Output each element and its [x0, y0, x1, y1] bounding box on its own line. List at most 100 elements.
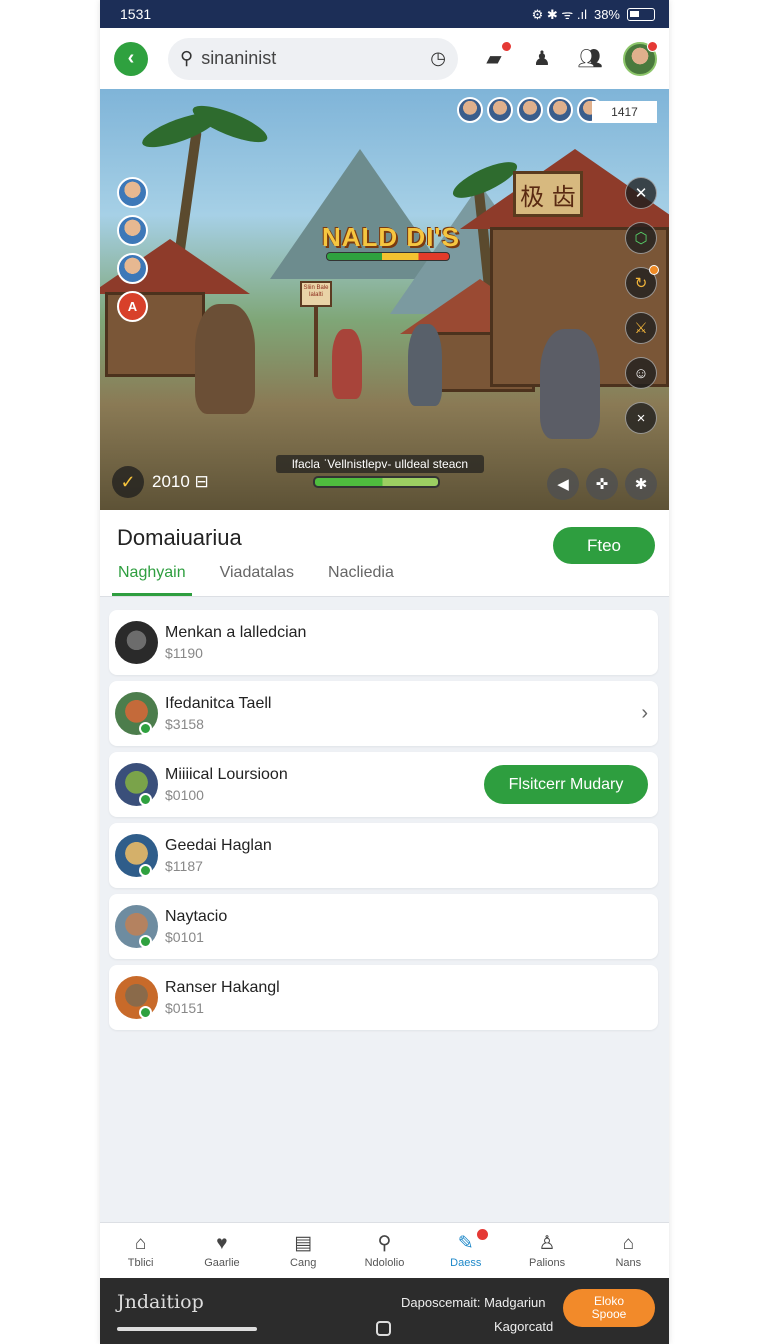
free-button[interactable]: Fteo — [553, 527, 655, 564]
status-icons: ⚙ ✱ ᯤ .ıl 38% — [532, 5, 655, 23]
online-badge — [139, 722, 152, 735]
orange-action-button[interactable]: Eloko Spooe — [563, 1289, 655, 1327]
gesture-handle[interactable] — [117, 1327, 257, 1331]
game-caption: lfacla ˈVellnistlepv- ulldeal steacn — [276, 455, 484, 473]
puzzle-icon[interactable]: ✜ — [586, 468, 618, 500]
nav-item-gaarlie[interactable]: ♥ Gaarlie — [181, 1223, 262, 1278]
item-name: Ifedanitca Taell — [165, 695, 272, 712]
player-avatar[interactable] — [547, 97, 573, 123]
item-name: Naytacio — [165, 908, 228, 925]
back-button[interactable]: ‹ — [114, 41, 148, 76]
nav-item-palions[interactable]: ♙ Palions — [506, 1223, 587, 1278]
player-health-bar — [313, 476, 440, 488]
nav-badge — [476, 1228, 490, 1241]
people-icon[interactable]: ☺ — [625, 357, 657, 389]
brand-text: Jndaitiop — [117, 1291, 204, 1313]
item-price: $1190 — [165, 645, 203, 661]
nav-item-daess[interactable]: ✎ Daess — [425, 1223, 506, 1278]
nav-label: Gaarlie — [204, 1256, 240, 1269]
item-thumbnail — [115, 621, 158, 664]
search-input[interactable] — [201, 48, 423, 69]
sign-post — [314, 305, 318, 377]
tab-naghyain[interactable]: Naghyain — [112, 562, 192, 596]
edit-icon: ✎ — [457, 1232, 474, 1254]
settings-icon[interactable]: ✱ — [625, 468, 657, 500]
prev-icon[interactable]: ◀ — [547, 468, 579, 500]
profile-button[interactable]: ♟ — [527, 44, 557, 74]
playback-controls: ◀ ✜ ✱ — [547, 468, 657, 500]
team-avatars: A — [117, 177, 148, 322]
player-avatar[interactable] — [487, 97, 513, 123]
signboard: Sliin Bale lalalti — [300, 281, 332, 307]
tab-viadatalas[interactable]: Viadatalas — [214, 562, 300, 596]
home-icon: ⌂ — [134, 1232, 147, 1254]
check-icon[interactable]: ✓ — [112, 466, 144, 498]
friends-icon: 👥︎ — [577, 48, 603, 70]
crosshair-icon[interactable]: ✕ — [625, 177, 657, 209]
search-bar[interactable]: ⚲ ◷ — [168, 37, 458, 80]
online-badge — [139, 864, 152, 877]
team-avatar[interactable] — [117, 177, 148, 208]
user-avatar[interactable] — [623, 40, 658, 76]
item-action-button[interactable]: Flsitcerr Mudary — [484, 765, 648, 804]
online-badge — [139, 793, 152, 806]
item-name: Miiiical Loursioon — [165, 766, 288, 783]
battery-icon — [627, 7, 655, 21]
list-item[interactable]: Menkan a lalledcian $1190 — [109, 610, 658, 675]
item-thumbnail — [115, 905, 158, 948]
list-item[interactable]: Geedai Haglan $1187 — [109, 823, 658, 888]
game-hero-image[interactable]: 极 齿 Sliin Bale lalalti NALD DI'S 1417 A … — [100, 89, 669, 510]
friends-button[interactable]: 👥︎ — [575, 44, 605, 74]
close-icon[interactable]: × — [625, 402, 657, 434]
item-thumbnail — [115, 976, 158, 1019]
shield-icon[interactable]: ⬡ — [625, 222, 657, 254]
status-time: 1531 — [120, 6, 152, 22]
info-line-1: Daposcemait: Madgariun — [401, 1295, 546, 1310]
nav-item-nans[interactable]: ⌂ Nans — [588, 1223, 669, 1278]
fighter-character — [195, 304, 255, 414]
notification-badge — [501, 40, 512, 52]
list-item[interactable]: Ifedanitca Taell $3158 › — [109, 681, 658, 746]
notifications-button[interactable]: ▰ — [479, 40, 512, 74]
nav-item-ndololio[interactable]: ⚲ Ndololio — [344, 1223, 425, 1278]
sword-icon[interactable]: ⚔ — [625, 312, 657, 344]
search-icon: ⚲ — [377, 1232, 392, 1254]
player-avatar[interactable] — [517, 97, 543, 123]
note-icon: ▤ — [294, 1232, 313, 1254]
nav-label: Ndololio — [364, 1256, 405, 1269]
refresh-icon[interactable]: ↻ — [625, 265, 659, 299]
list-item[interactable]: Miiiical Loursioon $0100 Flsitcerr Mudary — [109, 752, 658, 817]
item-name: Ranser Hakangl — [165, 979, 280, 996]
team-badge[interactable]: A — [117, 291, 148, 322]
app-bar-actions: ▰ ♟ 👥︎ — [479, 40, 658, 76]
content-header: Domaiuariua Fteo Naghyain Viadatalas Nac… — [100, 510, 669, 597]
nav-label: Tblici — [127, 1256, 154, 1269]
chevron-right-icon[interactable]: › — [641, 702, 648, 725]
fighter-character — [540, 329, 600, 439]
button-line-2: Spooe — [591, 1307, 627, 1321]
item-thumbnail — [115, 763, 158, 806]
bottom-nav: ⌂ Tblici ♥ Gaarlie ▤ Cang ⚲ Ndololio ✎ D… — [100, 1222, 669, 1278]
tab-nacliedia[interactable]: Nacliedia — [322, 562, 400, 596]
nav-item-cang[interactable]: ▤ Cang — [263, 1223, 344, 1278]
nav-item-tblici[interactable]: ⌂ Tblici — [100, 1223, 181, 1278]
player-avatars — [457, 97, 603, 123]
nav-label: Nans — [615, 1256, 642, 1269]
clock-icon[interactable]: ◷ — [430, 48, 446, 69]
team-avatar[interactable] — [117, 253, 148, 284]
online-badge — [139, 935, 152, 948]
list-item[interactable]: Ranser Hakangl $0151 — [109, 965, 658, 1030]
signal-icons: ⚙ ✱ ᯤ .ıl — [531, 7, 587, 22]
tool-badge — [649, 265, 659, 275]
list-item[interactable]: Naytacio $0101 — [109, 894, 658, 959]
status-bar: 1531 ⚙ ✱ ᯤ .ıl 38% — [100, 0, 669, 28]
game-title: NALD DI'S — [322, 222, 460, 252]
team-avatar[interactable] — [117, 215, 148, 246]
chevron-left-icon: ‹ — [127, 47, 135, 69]
home-key-icon[interactable] — [376, 1321, 391, 1336]
item-thumbnail — [115, 692, 158, 735]
item-price: $3158 — [165, 716, 204, 732]
player-avatar[interactable] — [457, 97, 483, 123]
phone-screen: 1531 ⚙ ✱ ᯤ .ıl 38% ‹ ⚲ ◷ ▰ ♟ 👥︎ — [100, 0, 669, 1344]
item-list: Menkan a lalledcian $1190 Ifedanitca Tael… — [109, 610, 658, 1036]
